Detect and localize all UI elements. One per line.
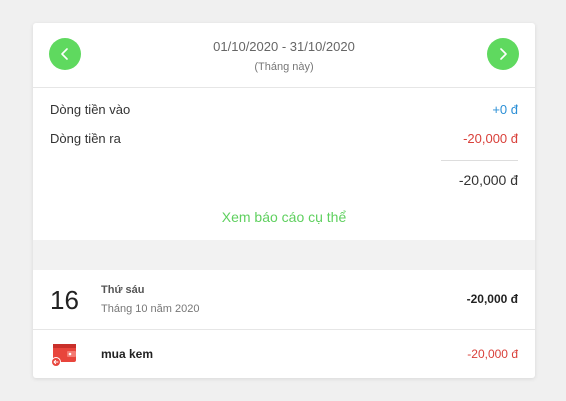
inflow-row: Dòng tiền vào +0 đ xyxy=(50,102,518,117)
transaction-row[interactable]: mua kem -20,000 đ xyxy=(33,330,535,378)
transactions-card: 01/10/2020 - 31/10/2020 (Tháng này) Dòng… xyxy=(33,23,535,378)
period-header: 01/10/2020 - 31/10/2020 (Tháng này) xyxy=(33,23,535,88)
section-gap xyxy=(33,240,535,270)
inflow-label: Dòng tiền vào xyxy=(50,102,131,117)
summary-divider xyxy=(441,160,518,161)
cashflow-summary: Dòng tiền vào +0 đ Dòng tiền ra -20,000 … xyxy=(33,88,535,240)
day-group-header: 16 Thứ sáu Tháng 10 năm 2020 -20,000 đ xyxy=(33,270,535,330)
date-range: 01/10/2020 - 31/10/2020 xyxy=(213,39,355,54)
view-report-link[interactable]: Xem báo cáo cụ thể xyxy=(33,209,535,225)
inflow-value: +0 đ xyxy=(492,102,518,117)
wallet-icon xyxy=(51,344,76,367)
net-total: -20,000 đ xyxy=(458,172,518,188)
transaction-name: mua kem xyxy=(101,347,154,361)
outflow-label: Dòng tiền ra xyxy=(50,131,121,146)
month-year-label: Tháng 10 năm 2020 xyxy=(101,303,200,315)
period-label: (Tháng này) xyxy=(254,61,314,73)
next-period-button[interactable] xyxy=(487,38,519,70)
day-total: -20,000 đ xyxy=(466,292,518,306)
transaction-amount: -20,000 đ xyxy=(467,347,518,361)
outflow-value: -20,000 đ xyxy=(463,131,518,146)
weekday-label: Thứ sáu xyxy=(101,284,145,296)
chevron-right-icon xyxy=(500,48,507,60)
outflow-row: Dòng tiền ra -20,000 đ xyxy=(50,131,518,146)
day-number: 16 xyxy=(50,285,79,315)
